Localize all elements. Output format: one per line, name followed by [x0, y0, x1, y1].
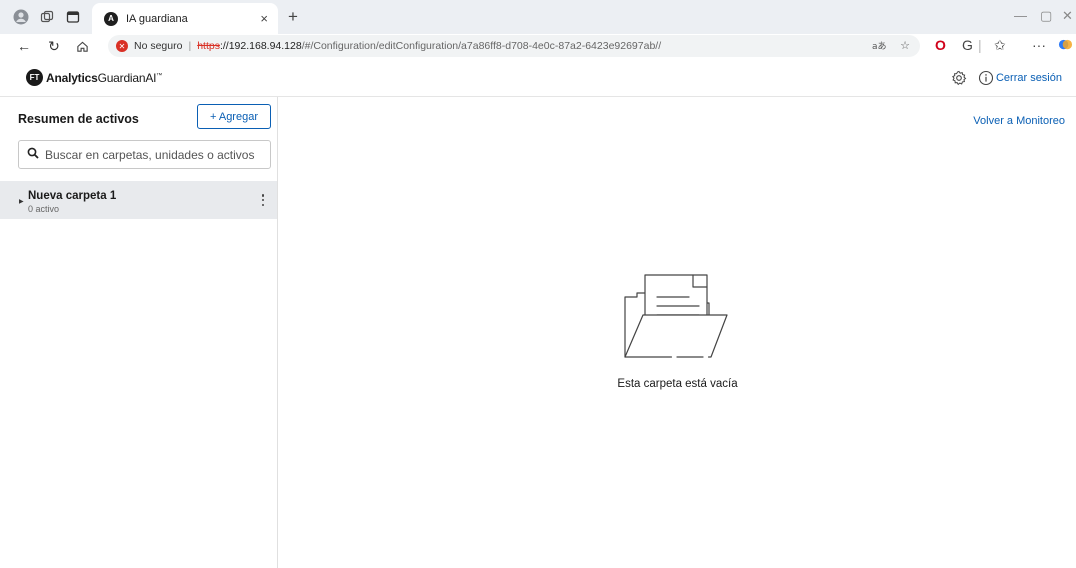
security-label[interactable]: No seguro — [134, 40, 182, 52]
opera-extension-icon[interactable]: O — [935, 37, 946, 53]
insecure-warning-icon[interactable]: ✕ — [116, 40, 128, 52]
search-input[interactable] — [45, 147, 265, 162]
toolbar-divider: | — [978, 37, 982, 53]
close-window-icon[interactable]: ✕ — [1062, 8, 1073, 24]
logo-product: GuardianAI — [97, 71, 157, 85]
add-button[interactable]: + Agregar — [197, 104, 271, 129]
folder-name: Nueva carpeta 1 — [28, 190, 117, 202]
main-content: Volver a Monitoreo Esta carpeta está vac… — [279, 97, 1076, 568]
restore-window-icon[interactable]: ▢ — [1040, 8, 1052, 24]
asset-sidebar: Resumen de activos + Agregar ▶ Nueva car… — [0, 97, 278, 568]
folder-options-icon[interactable] — [258, 192, 268, 208]
folder-asset-count: 0 activo — [28, 204, 60, 214]
app-logo: AnalyticsGuardianAI™ — [46, 71, 162, 85]
info-icon[interactable] — [977, 69, 995, 87]
back-arrow-icon[interactable]: ← — [14, 36, 34, 56]
close-tab-icon[interactable]: × — [260, 11, 268, 26]
empty-folder-icon — [624, 274, 728, 359]
profile-icon[interactable] — [12, 8, 30, 26]
tab-title: IA guardiana — [126, 12, 188, 25]
more-menu-icon[interactable]: ··· — [1032, 37, 1046, 53]
logo-tm: ™ — [156, 73, 163, 79]
folder-item[interactable]: ▶ Nueva carpeta 1 0 activo — [0, 181, 277, 219]
sidebar-title: Resumen de activos — [18, 112, 139, 126]
read-aloud-icon[interactable]: aあ — [872, 39, 887, 54]
angular-favicon-icon: A — [104, 11, 118, 26]
new-tab-button[interactable]: + — [288, 7, 298, 27]
url-separator: | — [188, 40, 192, 52]
app-header: FT AnalyticsGuardianAI™ Cerrar sesión — [0, 60, 1076, 97]
browser-address-bar: ← ↻ ✕ No seguro | https ://192.168.94.12… — [0, 34, 1076, 58]
search-icon — [27, 146, 39, 164]
copilot-icon[interactable] — [1058, 37, 1073, 55]
url-path: /#/Configuration/editConfiguration/a7a86… — [301, 40, 662, 52]
url-bar[interactable]: ✕ No seguro | https ://192.168.94.128 /#… — [108, 35, 920, 57]
logo-brand: Analytics — [46, 71, 98, 85]
favorites-icon[interactable]: ✩ — [994, 37, 1006, 54]
url-protocol: https — [197, 40, 220, 52]
favorite-star-icon[interactable]: ☆ — [900, 39, 910, 54]
tab-actions-icon[interactable] — [64, 8, 82, 26]
browser-tab-bar: A IA guardiana × + — ▢ ✕ — [0, 0, 1076, 34]
home-icon[interactable] — [72, 36, 92, 56]
back-to-monitoring-link[interactable]: Volver a Monitoreo — [973, 115, 1065, 127]
reload-icon[interactable]: ↻ — [44, 36, 64, 56]
extension-icon[interactable]: G — [962, 37, 973, 53]
empty-folder-message: Esta carpeta está vacía — [617, 378, 738, 390]
logo-badge: FT — [26, 69, 43, 86]
settings-gear-icon[interactable] — [950, 69, 968, 87]
expand-caret-icon[interactable]: ▶ — [19, 198, 24, 205]
url-host: ://192.168.94.128 — [219, 40, 302, 52]
svg-text:aあ: aあ — [872, 41, 886, 51]
logout-link[interactable]: Cerrar sesión — [996, 72, 1062, 84]
search-box[interactable] — [18, 140, 271, 169]
workspaces-icon[interactable] — [38, 8, 56, 26]
minimize-window-icon[interactable]: — — [1014, 8, 1027, 23]
active-tab[interactable]: A IA guardiana × — [92, 3, 278, 34]
